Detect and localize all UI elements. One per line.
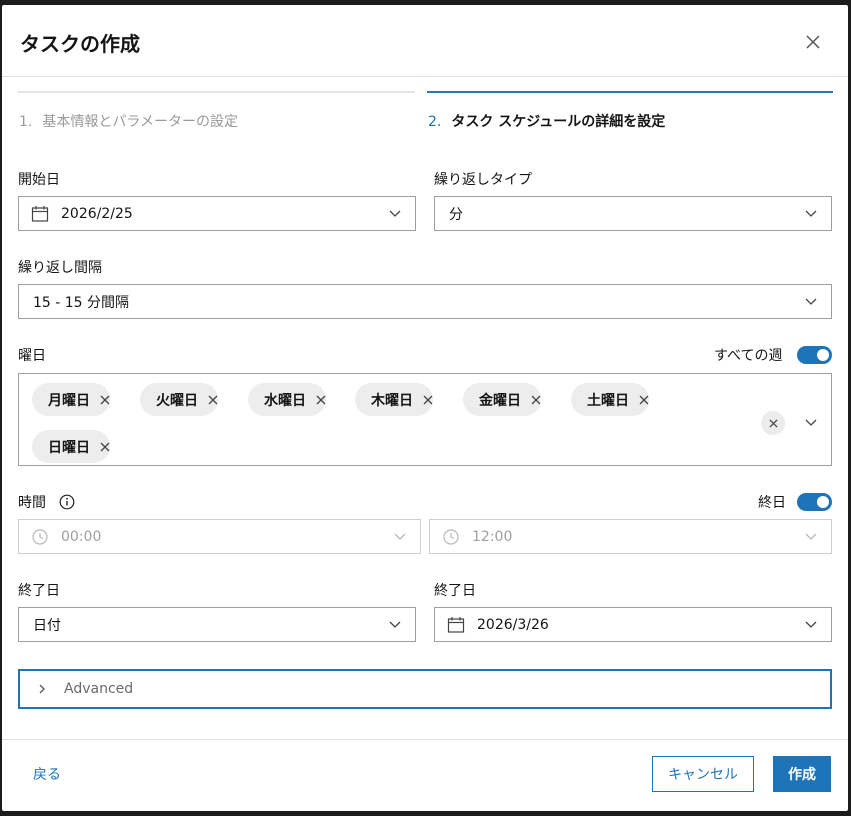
recurrence-type-value: 分 xyxy=(449,206,463,223)
chevron-down-icon[interactable] xyxy=(389,210,401,218)
end-type-select[interactable]: 日付 xyxy=(18,607,416,642)
weekday-chip: 木曜日 xyxy=(355,383,433,416)
recurrence-type-select[interactable]: 分 xyxy=(434,196,832,231)
footer-divider xyxy=(2,739,848,740)
remove-chip-icon[interactable] xyxy=(100,442,110,452)
advanced-label: Advanced xyxy=(64,681,134,697)
close-icon[interactable] xyxy=(802,31,824,53)
step-label: タスク スケジュールの詳細を設定 xyxy=(451,114,666,130)
weekdays-multiselect[interactable]: 月曜日 火曜日 水曜日 木曜日 金曜日 土曜日 日曜日 xyxy=(18,373,832,466)
step-basic-info[interactable]: 1. 基本情報とパラメーターの設定 xyxy=(18,91,415,136)
end-date-value: 2026/3/26 xyxy=(477,616,549,633)
cancel-button[interactable]: キャンセル xyxy=(652,756,754,792)
clear-all-button[interactable] xyxy=(761,411,785,435)
all-day-label: 終日 xyxy=(758,495,786,511)
create-task-dialog: タスクの作成 1. 基本情報とパラメーターの設定 2. タスク スケジュールの詳細を… xyxy=(2,5,848,811)
remove-chip-icon[interactable] xyxy=(316,395,326,405)
chevron-down-icon[interactable] xyxy=(389,621,401,629)
weekday-chip: 金曜日 xyxy=(463,383,541,416)
weekday-chip: 土曜日 xyxy=(571,383,649,416)
all-weeks-label: すべての週 xyxy=(714,348,783,364)
clock-icon xyxy=(32,528,48,545)
calendar-icon xyxy=(447,616,465,633)
calendar-icon xyxy=(31,205,49,222)
step-number: 1. xyxy=(19,114,33,130)
step-label: 基本情報とパラメーターの設定 xyxy=(42,114,238,130)
weekday-chip: 日曜日 xyxy=(32,430,110,463)
recurrence-type-label: 繰り返しタイプ xyxy=(434,172,532,188)
start-time-picker[interactable]: 00:00 xyxy=(18,519,421,554)
weekday-chip: 水曜日 xyxy=(248,383,326,416)
start-date-label: 開始日 xyxy=(18,172,60,188)
recurrence-interval-label: 繰り返し間隔 xyxy=(18,260,102,276)
chevron-down-icon[interactable] xyxy=(805,533,817,541)
chevron-down-icon[interactable] xyxy=(805,419,817,427)
step-progress-bar xyxy=(18,91,415,93)
remove-chip-icon[interactable] xyxy=(208,395,218,405)
start-time-value: 00:00 xyxy=(61,528,102,545)
clear-icon xyxy=(768,418,778,428)
recurrence-interval-value: 15 - 15 分間隔 xyxy=(33,294,130,311)
start-date-picker[interactable]: 2026/2/25 xyxy=(18,196,416,231)
end-date-label: 終了日 xyxy=(434,583,476,599)
weekdays-label: 曜日 xyxy=(18,348,46,364)
advanced-section-toggle[interactable]: Advanced xyxy=(18,669,832,709)
start-date-value: 2026/2/25 xyxy=(61,205,133,222)
back-button[interactable]: 戻る xyxy=(33,764,61,784)
weekday-chip: 火曜日 xyxy=(140,383,218,416)
chevron-right-icon xyxy=(39,684,45,694)
remove-chip-icon[interactable] xyxy=(639,395,649,405)
chevron-down-icon[interactable] xyxy=(805,621,817,629)
chevron-down-icon[interactable] xyxy=(805,298,817,306)
end-time-picker[interactable]: 12:00 xyxy=(429,519,832,554)
info-icon[interactable] xyxy=(59,494,75,510)
step-number: 2. xyxy=(428,114,442,130)
end-date-picker[interactable]: 2026/3/26 xyxy=(434,607,832,642)
dialog-title: タスクの作成 xyxy=(20,32,140,56)
step-progress-bar xyxy=(427,91,833,93)
clock-icon xyxy=(443,528,459,545)
create-button[interactable]: 作成 xyxy=(773,756,831,792)
chevron-down-icon[interactable] xyxy=(394,533,406,541)
weekday-chip: 月曜日 xyxy=(32,383,110,416)
remove-chip-icon[interactable] xyxy=(100,395,110,405)
remove-chip-icon[interactable] xyxy=(531,395,541,405)
all-day-toggle[interactable] xyxy=(797,493,832,511)
recurrence-interval-select[interactable]: 15 - 15 分間隔 xyxy=(18,284,832,319)
all-weeks-toggle[interactable] xyxy=(797,346,832,364)
remove-chip-icon[interactable] xyxy=(423,395,433,405)
header-divider xyxy=(2,76,848,77)
step-schedule-details[interactable]: 2. タスク スケジュールの詳細を設定 xyxy=(427,91,833,136)
end-type-value: 日付 xyxy=(33,617,61,634)
chevron-down-icon[interactable] xyxy=(805,210,817,218)
end-type-label: 終了日 xyxy=(18,583,60,599)
end-time-value: 12:00 xyxy=(472,528,513,545)
time-label: 時間 xyxy=(18,495,46,511)
